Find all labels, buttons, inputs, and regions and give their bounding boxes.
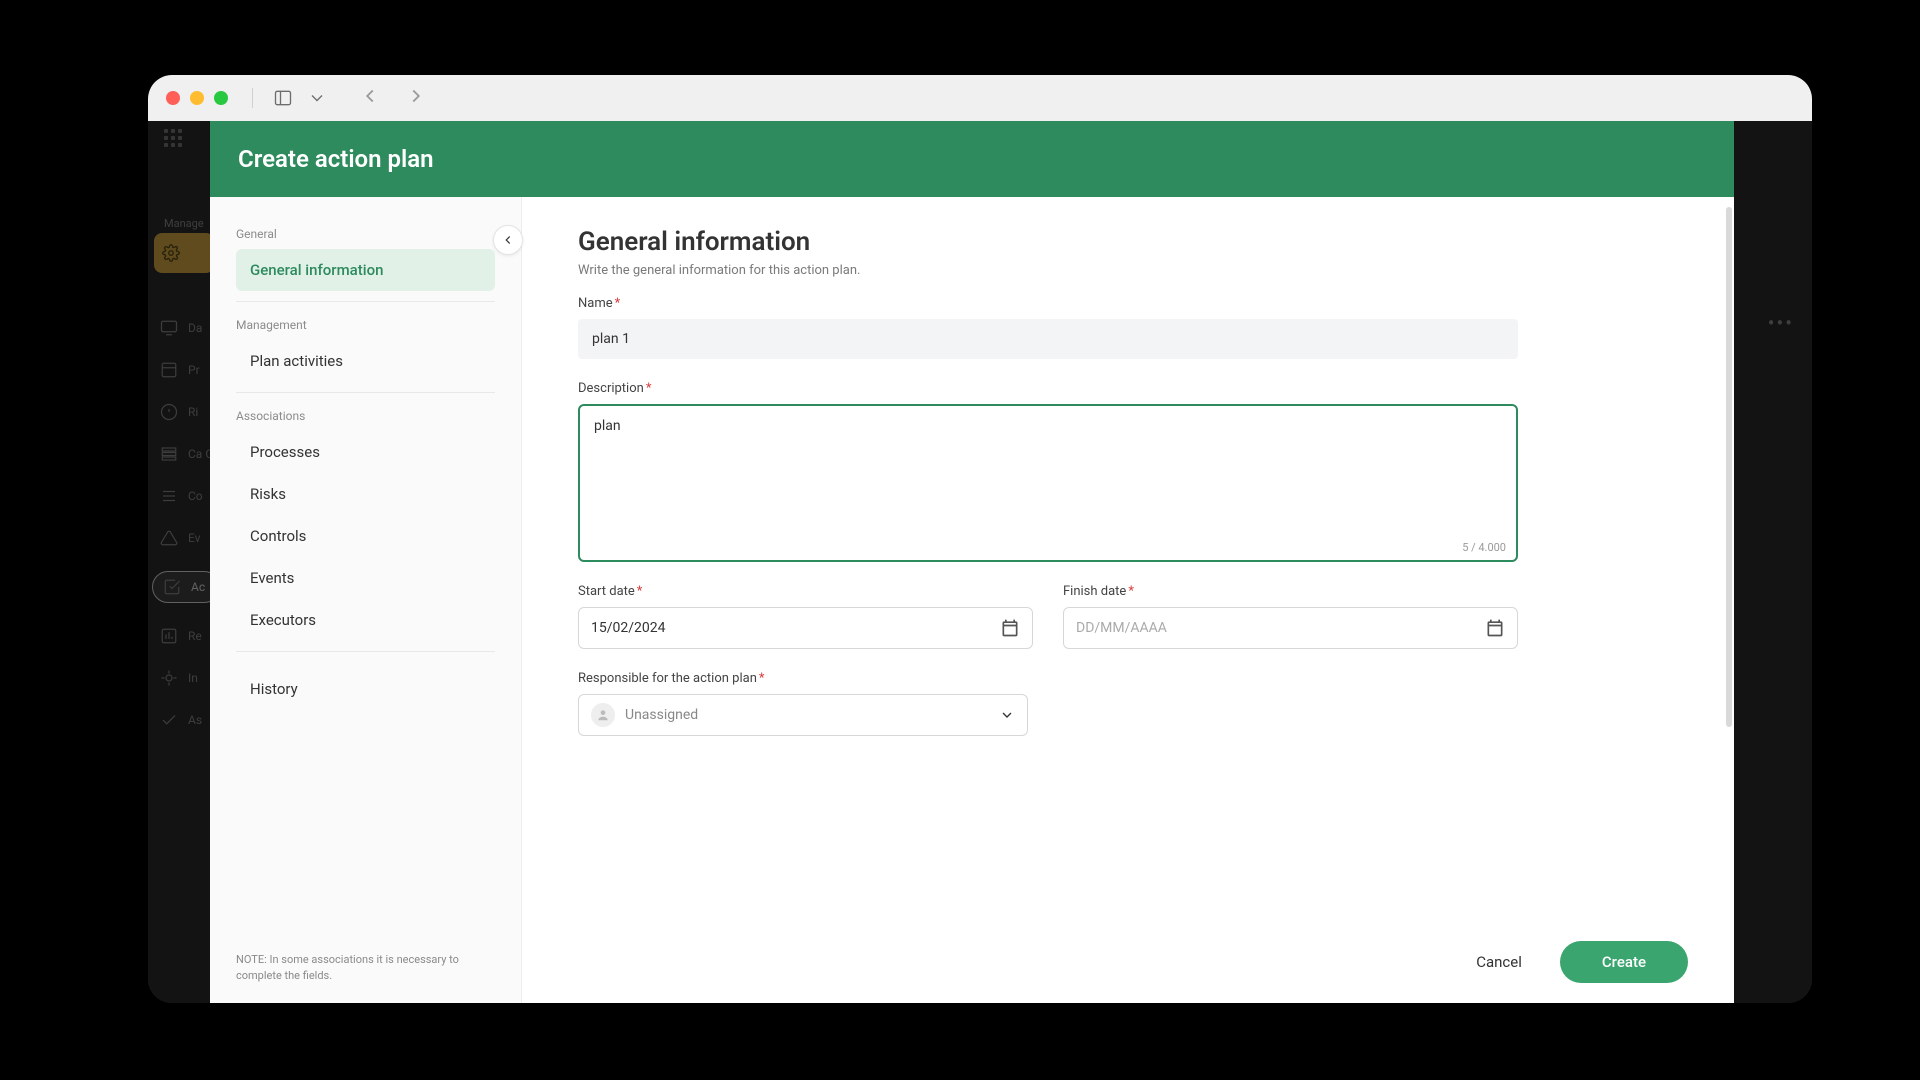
create-action-plan-modal: Create action plan General General infor… <box>210 121 1734 1003</box>
description-textarea[interactable] <box>580 406 1516 556</box>
collapse-sidebar-button[interactable] <box>493 225 523 255</box>
chevron-down-icon <box>999 707 1015 723</box>
sidebar-toggle-icon[interactable] <box>269 84 297 112</box>
window-controls <box>166 91 228 105</box>
bg-org-chip <box>154 233 214 273</box>
sidebar-item-events[interactable]: Events <box>236 557 495 599</box>
sidebar-item-general-information[interactable]: General information <box>236 249 495 291</box>
start-date-input[interactable] <box>591 620 992 636</box>
more-menu-icon: ••• <box>1768 311 1794 335</box>
sidebar-item-risks[interactable]: Risks <box>236 473 495 515</box>
create-button[interactable]: Create <box>1560 941 1688 983</box>
finish-date-label: Finish date* <box>1063 584 1518 599</box>
minimize-window-button[interactable] <box>190 91 204 105</box>
bg-section-label: Manage <box>164 217 204 230</box>
start-date-field[interactable] <box>578 607 1033 649</box>
sidebar-item-processes[interactable]: Processes <box>236 431 495 473</box>
app-window: Manage Da Pr Ri Ca Co Co Ev Ac Re In As … <box>148 75 1812 1003</box>
cancel-button[interactable]: Cancel <box>1462 943 1536 981</box>
sidebar-group-management: Management <box>236 318 495 332</box>
start-date-label: Start date* <box>578 584 1033 599</box>
close-window-button[interactable] <box>166 91 180 105</box>
apps-grid-icon <box>164 129 182 147</box>
finish-date-input[interactable] <box>1076 620 1477 636</box>
scrollbar[interactable] <box>1726 207 1732 727</box>
sidebar-item-history[interactable]: History <box>236 668 495 710</box>
sidebar-note: NOTE: In some associations it is necessa… <box>210 936 521 991</box>
titlebar <box>148 75 1812 121</box>
section-title: General information <box>578 227 1688 257</box>
responsible-select[interactable]: Unassigned <box>578 694 1028 736</box>
finish-date-field[interactable] <box>1063 607 1518 649</box>
modal-sidebar: General General information Management P… <box>210 197 522 1003</box>
avatar-icon <box>591 703 615 727</box>
modal-content: General information Write the general in… <box>522 197 1734 1003</box>
description-label: Description* <box>578 381 1518 396</box>
name-label: Name* <box>578 296 1518 311</box>
calendar-icon <box>1485 618 1505 638</box>
chevron-down-icon[interactable] <box>303 84 331 112</box>
name-input[interactable] <box>578 319 1518 359</box>
sidebar-item-controls[interactable]: Controls <box>236 515 495 557</box>
sidebar-item-plan-activities[interactable]: Plan activities <box>236 340 495 382</box>
description-counter: 5 / 4.000 <box>1462 541 1506 554</box>
section-subtitle: Write the general information for this a… <box>578 263 1688 278</box>
responsible-label: Responsible for the action plan* <box>578 671 1518 686</box>
calendar-icon <box>1000 618 1020 638</box>
nav-forward-button[interactable] <box>405 85 427 111</box>
responsible-value: Unassigned <box>625 707 989 723</box>
fullscreen-window-button[interactable] <box>214 91 228 105</box>
sidebar-group-associations: Associations <box>236 409 495 423</box>
sidebar-group-general: General <box>236 227 495 241</box>
nav-back-button[interactable] <box>359 85 381 111</box>
modal-title: Create action plan <box>210 121 1734 197</box>
sidebar-item-executors[interactable]: Executors <box>236 599 495 641</box>
